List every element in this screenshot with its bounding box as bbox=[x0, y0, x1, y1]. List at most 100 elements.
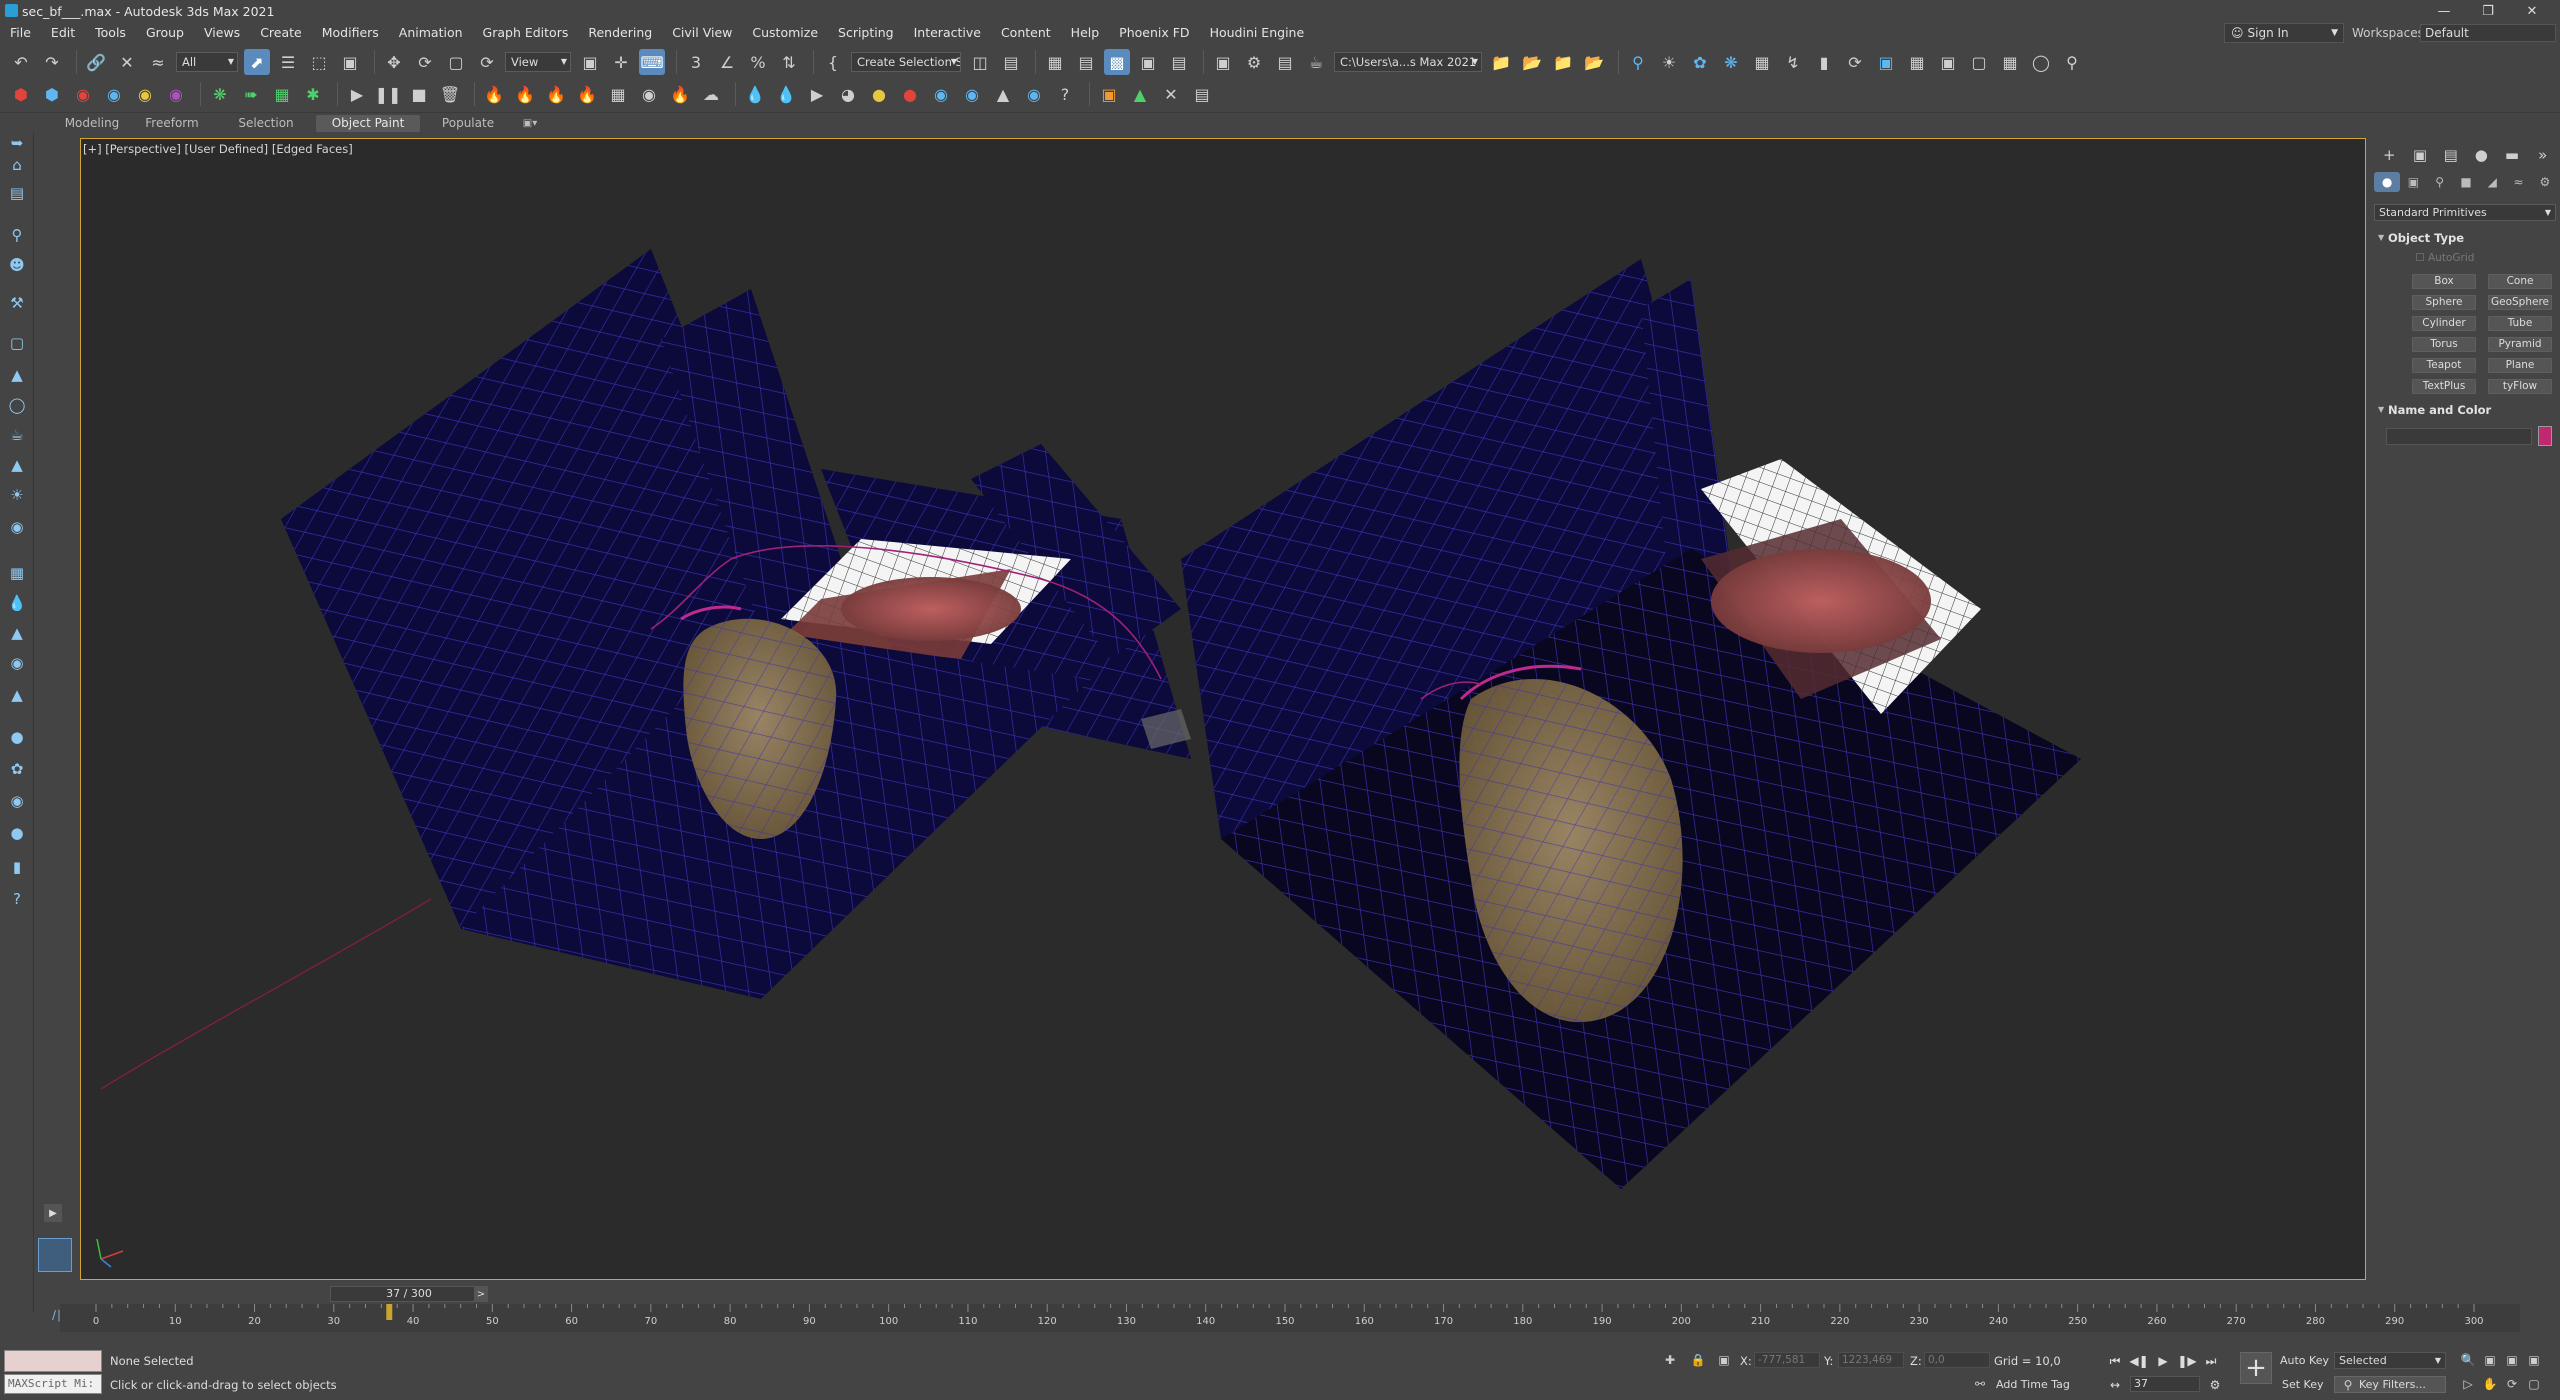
name-and-color-rollout[interactable]: ▼ Name and Color bbox=[2374, 402, 2556, 418]
phoenix-spiral-icon[interactable]: ◉ bbox=[636, 81, 662, 107]
maximize-viewport-icon[interactable]: ▢ bbox=[2526, 1376, 2542, 1392]
time-slider-next-button[interactable]: > bbox=[474, 1286, 488, 1302]
ribbon-options-icon[interactable]: ▣▾ bbox=[520, 115, 540, 132]
timeline-track[interactable]: 0 10 20 30 40 50 60 70 80 90 100 110 120 130 140 150 160… bbox=[60, 1304, 2520, 1332]
box-primitive-icon[interactable]: ▢ bbox=[6, 332, 28, 354]
add-time-tag-button[interactable]: Add Time Tag bbox=[1996, 1378, 2070, 1391]
box-button[interactable]: Box bbox=[2412, 274, 2476, 289]
select-icon[interactable]: ➥ bbox=[6, 132, 28, 154]
foam-icon[interactable]: ● bbox=[866, 81, 892, 107]
sphere-button[interactable]: Sphere bbox=[2412, 295, 2476, 310]
liquid-icon[interactable]: 💧 bbox=[742, 81, 768, 107]
shapes-icon[interactable]: ▣ bbox=[2400, 172, 2426, 192]
material-editor-icon[interactable]: ▣ bbox=[1210, 49, 1236, 75]
phoenix-source-icon[interactable]: 🔥 bbox=[667, 81, 693, 107]
tyflow-button[interactable]: tyFlow bbox=[2488, 379, 2552, 394]
material-sphere-icon[interactable]: ● bbox=[6, 726, 28, 748]
object-color-swatch[interactable] bbox=[2538, 426, 2552, 446]
vfx-icon[interactable]: ✿ bbox=[1687, 49, 1713, 75]
fire-smoke-icon[interactable]: 🔥 bbox=[543, 81, 569, 107]
pivot-center-icon[interactable]: ▣ bbox=[577, 49, 603, 75]
keyboard-shortcut-override-icon[interactable]: ⌨ bbox=[639, 49, 665, 75]
menu-houdini-engine[interactable]: Houdini Engine bbox=[1200, 22, 1315, 44]
plugin-spiral-icon[interactable]: ◉ bbox=[132, 81, 158, 107]
tyflow-grid-icon[interactable]: ▦ bbox=[269, 81, 295, 107]
expand-arrow-icon[interactable]: ▶ bbox=[44, 1204, 62, 1222]
terrain-icon[interactable]: ▲ bbox=[6, 622, 28, 644]
render-setup-icon[interactable]: ⚙ bbox=[1241, 49, 1267, 75]
tab-object-paint[interactable]: Object Paint bbox=[316, 115, 420, 132]
helpers-icon[interactable]: ◢ bbox=[2479, 172, 2505, 192]
refresh-icon[interactable]: ⟳ bbox=[1842, 49, 1868, 75]
dropper-icon[interactable]: 💧 bbox=[6, 592, 28, 614]
pyramid-icon[interactable]: ▲ bbox=[6, 454, 28, 476]
tube-button[interactable]: Tube bbox=[2488, 316, 2552, 331]
field-of-view-icon[interactable]: ▷ bbox=[2460, 1376, 2476, 1392]
zoom-icon[interactable]: 🔍 bbox=[2460, 1352, 2476, 1368]
fire-source-icon[interactable]: 🔥 bbox=[512, 81, 538, 107]
ocean-icon[interactable]: ▶ bbox=[804, 81, 830, 107]
plugin-box-icon[interactable]: ⬢ bbox=[39, 81, 65, 107]
battery-icon[interactable]: ▮ bbox=[6, 856, 28, 878]
hair-icon[interactable]: ↯ bbox=[1780, 49, 1806, 75]
fire-liquid-icon[interactable]: 🔥 bbox=[574, 81, 600, 107]
select-manipulate-icon[interactable]: ✛ bbox=[608, 49, 634, 75]
minimize-button[interactable]: — bbox=[2422, 0, 2466, 22]
tools-icon[interactable]: ✕ bbox=[1158, 81, 1184, 107]
link-icon[interactable]: 🔗 bbox=[83, 49, 109, 75]
open-folder-icon[interactable]: 📁 bbox=[1488, 49, 1514, 75]
project-icon[interactable]: 📂 bbox=[1519, 49, 1545, 75]
cylinder-button[interactable]: Cylinder bbox=[2412, 316, 2476, 331]
pyramid-button[interactable]: Pyramid bbox=[2488, 337, 2552, 352]
grid-toggle-icon[interactable]: ▦ bbox=[1997, 49, 2023, 75]
window-crossing-icon[interactable]: ▣ bbox=[337, 49, 363, 75]
render-production-icon[interactable]: ☕ bbox=[1303, 49, 1329, 75]
object-type-rollout[interactable]: ▼ Object Type bbox=[2374, 230, 2556, 246]
time-config-arrow-icon[interactable]: ↔ bbox=[2106, 1376, 2124, 1394]
menu-tools[interactable]: Tools bbox=[85, 22, 136, 44]
grid-panel-icon[interactable]: ▦ bbox=[1749, 49, 1775, 75]
cone-primitive-icon[interactable]: ▲ bbox=[6, 364, 28, 386]
menu-graph-editors[interactable]: Graph Editors bbox=[473, 22, 579, 44]
particle-shader-icon[interactable]: ◉ bbox=[928, 81, 954, 107]
tyflow-logo-icon[interactable]: ◉ bbox=[6, 790, 28, 812]
undo-icon[interactable]: ↶ bbox=[8, 49, 34, 75]
color-palette-icon[interactable]: ✿ bbox=[6, 758, 28, 780]
layers-icon[interactable]: ▤ bbox=[6, 182, 28, 204]
fire-icon[interactable]: 🔥 bbox=[481, 81, 507, 107]
spinner-snap-icon[interactable]: ⇅ bbox=[776, 49, 802, 75]
wave-icon[interactable]: ◉ bbox=[959, 81, 985, 107]
angle-snap-icon[interactable]: ∠ bbox=[714, 49, 740, 75]
tree-icon[interactable]: ▲ bbox=[6, 684, 28, 706]
scale-icon[interactable]: ▢ bbox=[443, 49, 469, 75]
menu-customize[interactable]: Customize bbox=[742, 22, 828, 44]
sign-in-dropdown[interactable]: ☺ Sign In ▼ bbox=[2224, 23, 2344, 43]
cone-button[interactable]: Cone bbox=[2488, 274, 2552, 289]
display-icon[interactable]: ▣ bbox=[1873, 49, 1899, 75]
list-icon[interactable]: ▤ bbox=[1189, 81, 1215, 107]
bowl-icon[interactable]: ◕ bbox=[835, 81, 861, 107]
utilities-tab-icon[interactable]: » bbox=[2527, 144, 2558, 166]
scene-explorer-icon[interactable]: ▦ bbox=[1042, 49, 1068, 75]
pause-icon[interactable]: ❚❚ bbox=[375, 81, 402, 107]
trash-icon[interactable]: 🗑 bbox=[437, 81, 463, 107]
play-animation-icon[interactable]: ▶ bbox=[2154, 1352, 2172, 1370]
workspace-select[interactable]: Default bbox=[2420, 24, 2556, 42]
plugin-target-icon[interactable]: ◉ bbox=[70, 81, 96, 107]
named-selection-dropdown[interactable]: Create Selection Se ▼ bbox=[851, 52, 961, 72]
rotate-icon[interactable]: ⟳ bbox=[412, 49, 438, 75]
torus-button[interactable]: Torus bbox=[2412, 337, 2476, 352]
lights-icon[interactable]: ⚲ bbox=[2427, 172, 2453, 192]
menu-views[interactable]: Views bbox=[194, 22, 250, 44]
select-object-icon[interactable]: ⬈ bbox=[244, 49, 270, 75]
selection-filter-dropdown[interactable]: All ▼ bbox=[176, 52, 238, 72]
percent-snap-icon[interactable]: % bbox=[745, 49, 771, 75]
place-icon[interactable]: ⟳ bbox=[474, 49, 500, 75]
tyflow-arrow-icon[interactable]: ➠ bbox=[238, 81, 264, 107]
layer-explorer-icon[interactable]: ▤ bbox=[1073, 49, 1099, 75]
teapot-icon[interactable]: ☕ bbox=[6, 424, 28, 446]
autogrid-checkbox[interactable]: AutoGrid bbox=[2416, 252, 2474, 264]
absolute-mode-icon[interactable]: ▣ bbox=[1716, 1352, 1732, 1368]
splash-icon[interactable]: ● bbox=[897, 81, 923, 107]
project-settings-icon[interactable]: 📂 bbox=[1581, 49, 1607, 75]
